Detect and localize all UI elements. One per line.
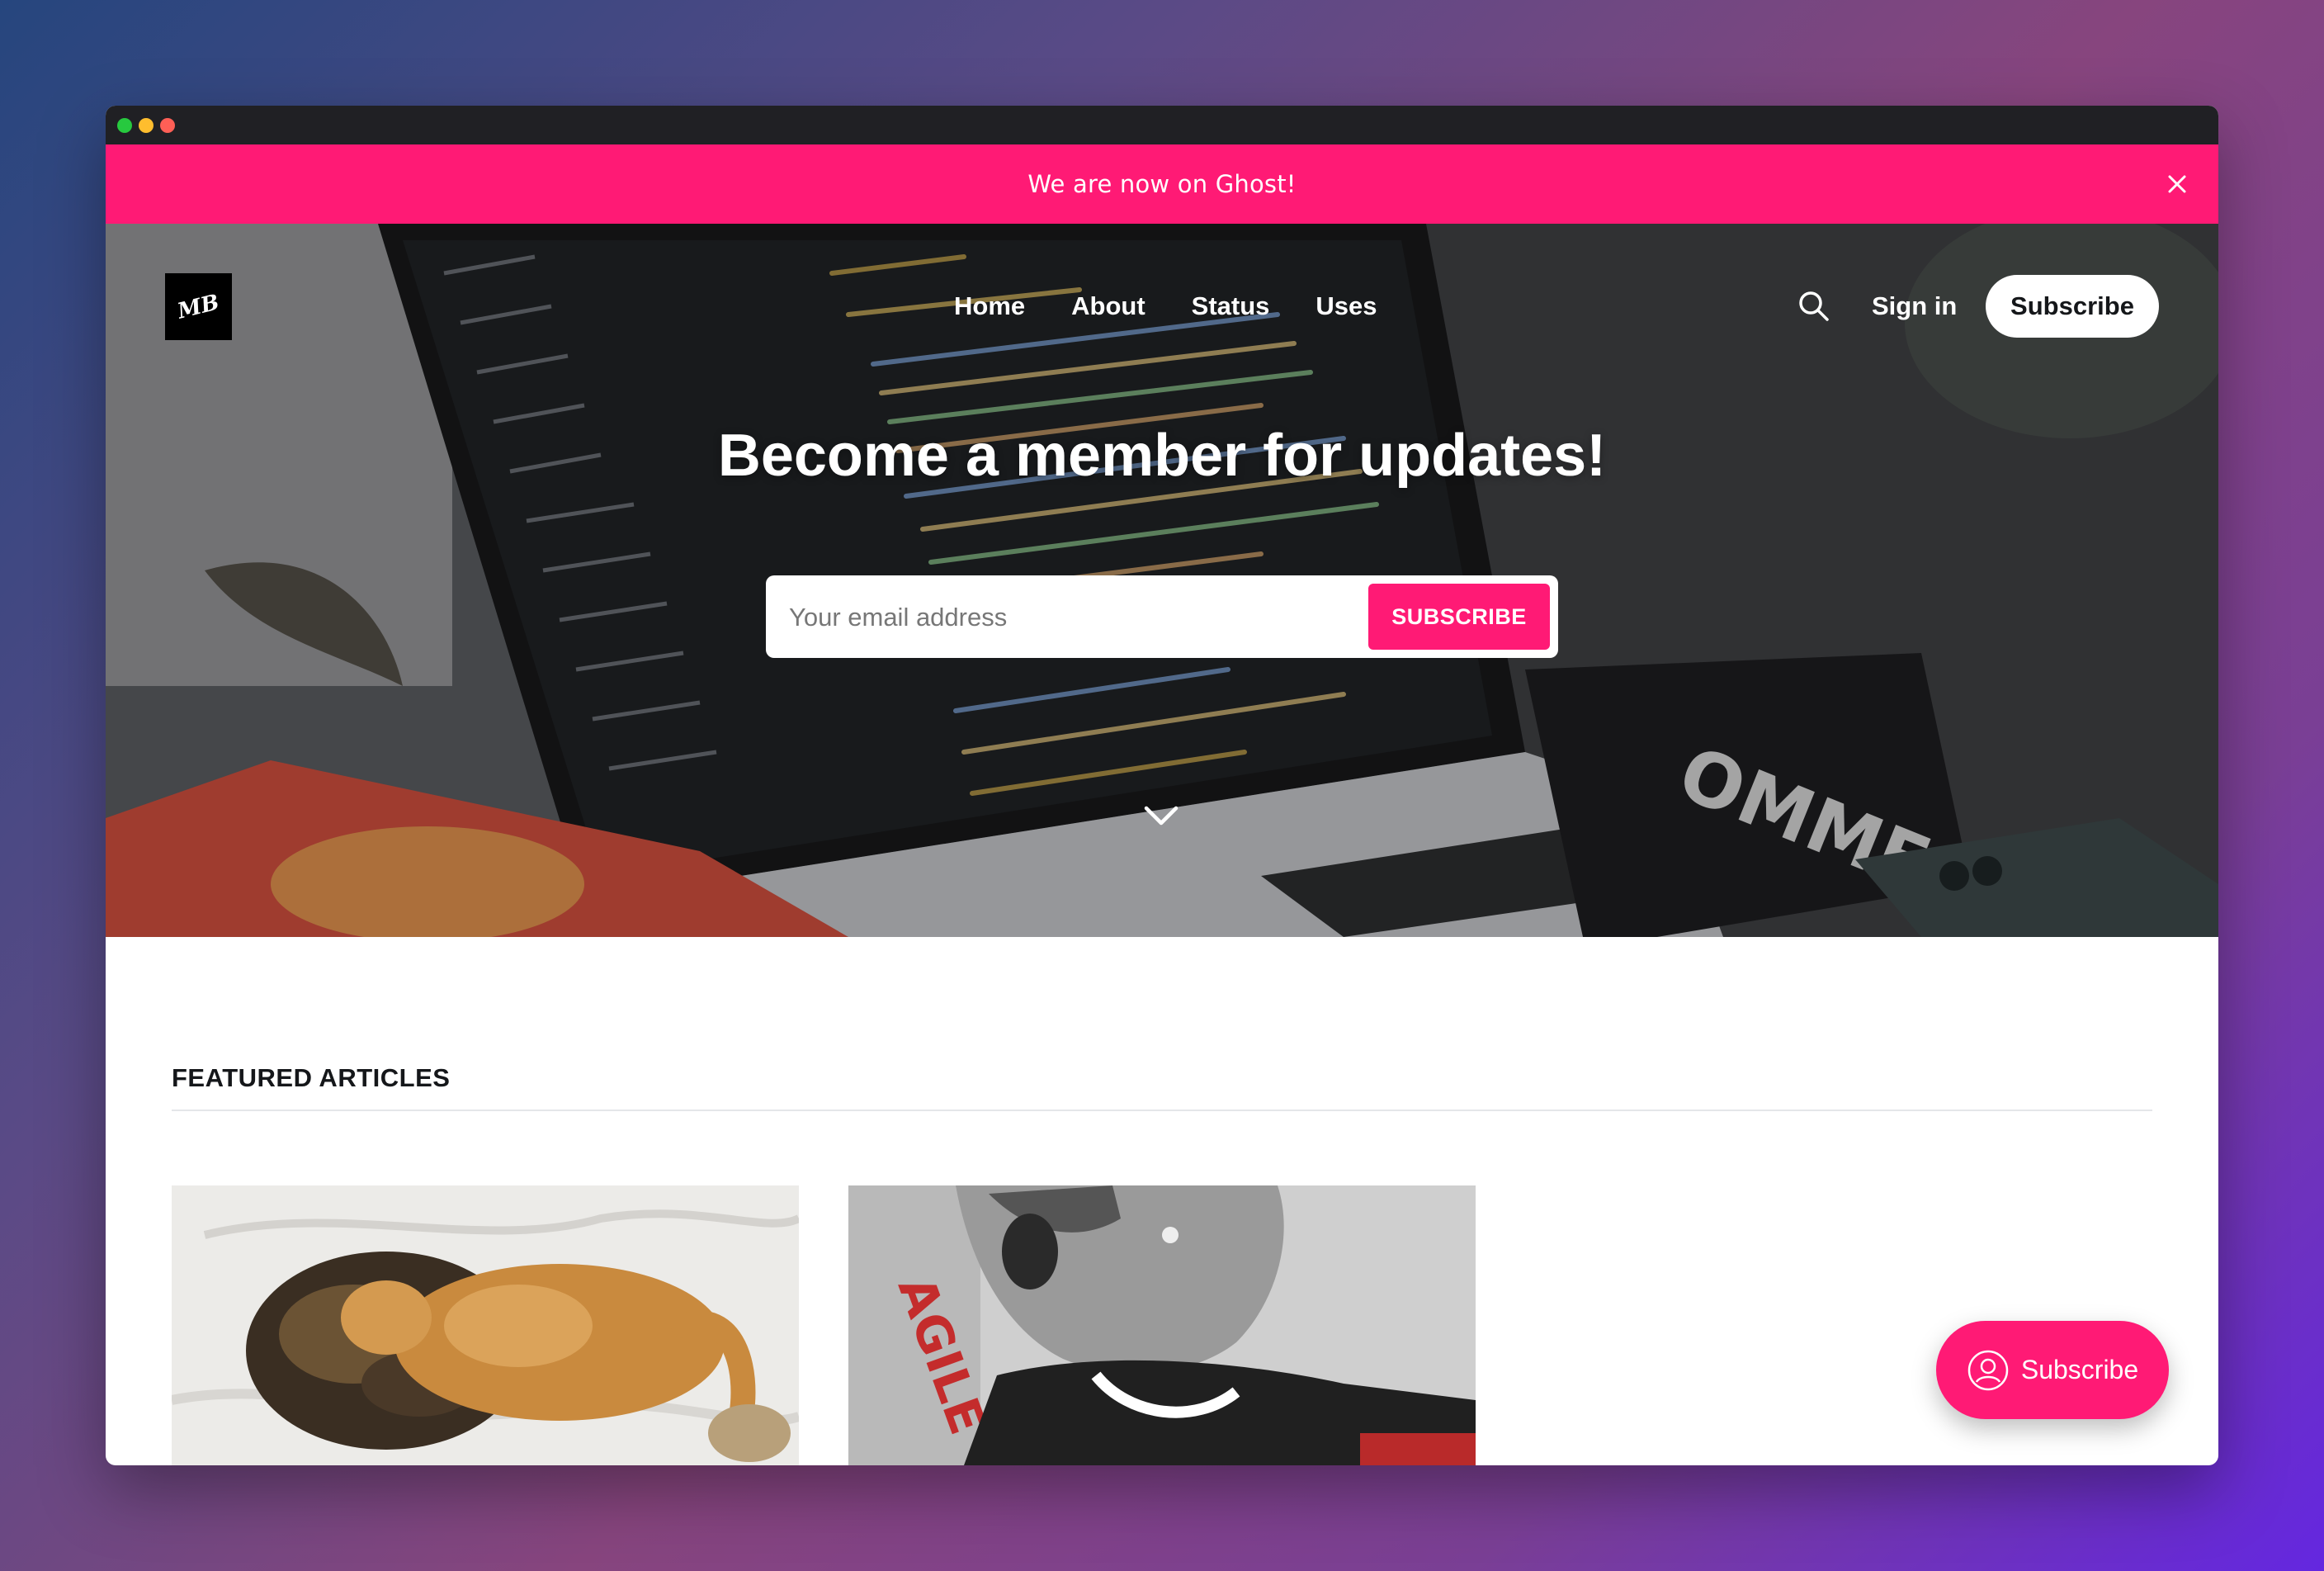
- article-image-cats: [172, 1185, 799, 1465]
- chevron-down-icon[interactable]: [1141, 803, 1181, 828]
- close-icon[interactable]: [2161, 168, 2194, 201]
- article-card-cats[interactable]: [172, 1185, 799, 1465]
- nav-uses[interactable]: Uses: [1316, 291, 1377, 321]
- announcement-text: We are now on Ghost!: [1027, 170, 1297, 198]
- subscribe-fab[interactable]: Subscribe: [1936, 1321, 2169, 1419]
- title-bar: [106, 106, 2218, 144]
- subscribe-button[interactable]: Subscribe: [1986, 275, 2159, 338]
- hero-title: Become a member for updates!: [717, 423, 1607, 489]
- nav-status[interactable]: Status: [1192, 291, 1270, 321]
- article-image-person: AGILE: [848, 1185, 1476, 1465]
- article-card-person[interactable]: AGILE: [848, 1185, 1476, 1465]
- announcement-bar: We are now on Ghost!: [106, 144, 2218, 224]
- featured-heading: FEATURED ARTICLES: [172, 1063, 451, 1092]
- subscribe-submit-button[interactable]: SUBSCRIBE: [1368, 584, 1550, 650]
- main-nav: Home About Status Uses: [954, 291, 1377, 321]
- browser-window: We are now on Ghost! OMME des MB Home Ab…: [106, 106, 2218, 1465]
- signin-link[interactable]: Sign in: [1872, 291, 1957, 321]
- user-circle-icon: [1967, 1350, 2009, 1390]
- hero-section: OMME des MB Home About Status Uses Sign …: [106, 224, 2218, 937]
- nav-about[interactable]: About: [1071, 291, 1145, 321]
- email-input[interactable]: [787, 594, 1335, 641]
- subscribe-form: SUBSCRIBE: [766, 575, 1558, 658]
- fab-label: Subscribe: [2020, 1355, 2139, 1384]
- nav-home[interactable]: Home: [954, 291, 1025, 321]
- divider: [172, 1110, 2152, 1111]
- window-close-button[interactable]: [117, 117, 132, 133]
- window-minimize-button[interactable]: [139, 117, 154, 133]
- search-icon[interactable]: [1796, 288, 1832, 324]
- window-maximize-button[interactable]: [160, 117, 175, 133]
- logo-text: MB: [175, 289, 222, 324]
- site-logo[interactable]: MB: [165, 273, 232, 340]
